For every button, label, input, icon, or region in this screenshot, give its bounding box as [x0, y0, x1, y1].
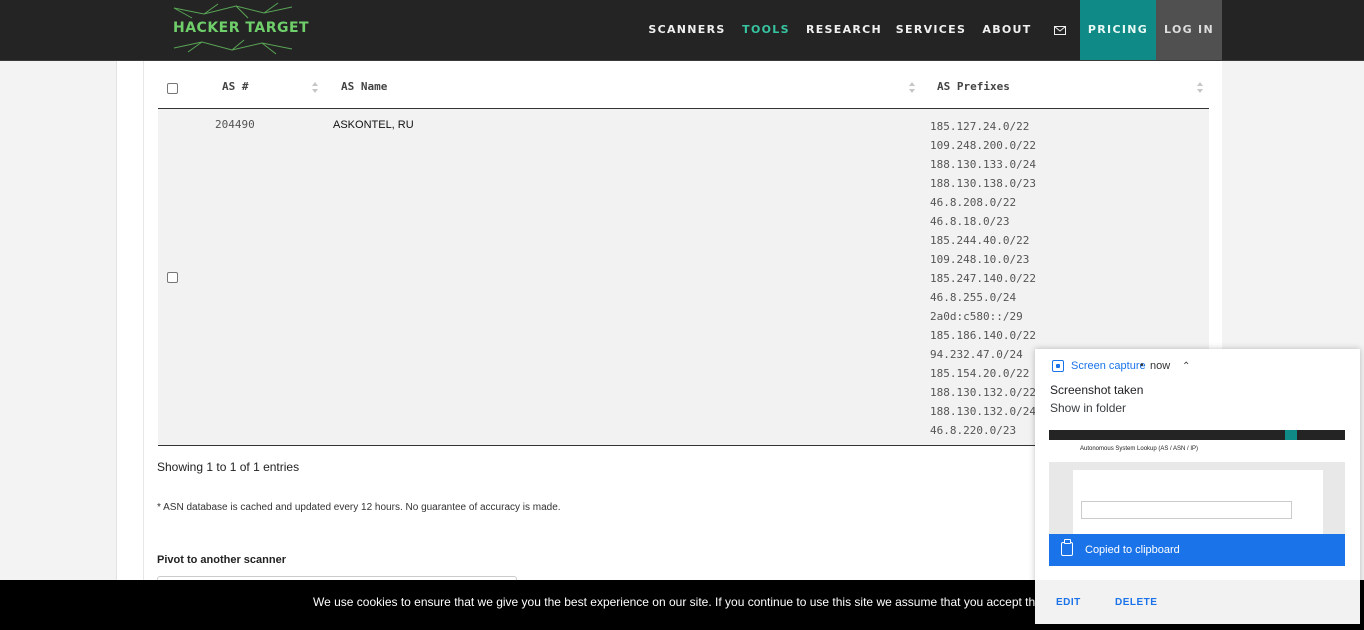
- nav-services[interactable]: SERVICES: [893, 0, 969, 60]
- asn-cache-note: * ASN database is cached and updated eve…: [157, 502, 561, 513]
- notification-actions: EDIT DELETE: [1035, 580, 1360, 624]
- thumbnail-title-bar: Autonomous System Lookup (AS / ASN / IP): [1049, 440, 1345, 462]
- screenshot-thumbnail[interactable]: Autonomous System Lookup (AS / ASN / IP): [1049, 430, 1345, 534]
- prefix-item: 46.8.18.0/23: [930, 215, 1010, 228]
- prefix-item: 46.8.255.0/24: [930, 291, 1017, 304]
- prefix-item: 109.248.10.0/23: [930, 253, 1030, 266]
- cell-as-number: 204490: [215, 118, 255, 131]
- edit-button[interactable]: EDIT: [1056, 597, 1081, 608]
- cell-as-prefixes: 185.127.24.0/22 109.248.200.0/22 188.130…: [930, 117, 1036, 440]
- prefix-item: 109.248.200.0/22: [930, 139, 1036, 152]
- mail-icon: [1054, 25, 1066, 35]
- sort-icon[interactable]: [312, 82, 319, 94]
- col-header-as-prefixes[interactable]: AS Prefixes: [937, 80, 1010, 93]
- select-all-checkbox[interactable]: [167, 83, 178, 94]
- prefix-item: 188.130.138.0/23: [930, 177, 1036, 190]
- prefix-item: 188.130.132.0/24: [930, 405, 1036, 418]
- table-info: Showing 1 to 1 of 1 entries: [157, 460, 300, 474]
- prefix-item: 185.244.40.0/22: [930, 234, 1030, 247]
- row-checkbox[interactable]: [167, 272, 178, 283]
- nav-login[interactable]: LOG IN: [1156, 0, 1222, 60]
- notification-time: now: [1150, 360, 1171, 372]
- logo-text: HACKER TARGET: [173, 20, 310, 36]
- screenshot-notification: Screen capture • now ⌃ Screenshot taken …: [1035, 349, 1360, 624]
- top-navbar: HACKER TARGET SCANNERS TOOLS RESEARCH SE…: [0, 0, 1364, 61]
- cell-as-name: ASKONTEL, RU: [333, 119, 414, 131]
- prefix-item: 188.130.132.0/22: [930, 386, 1036, 399]
- notification-title: Screenshot taken: [1050, 383, 1144, 397]
- nav-tools[interactable]: TOOLS: [737, 0, 795, 60]
- nav-contact[interactable]: [1045, 0, 1075, 60]
- notification-separator: •: [1140, 360, 1144, 371]
- screen-capture-icon: [1052, 360, 1064, 372]
- notification-app-name: Screen capture: [1071, 360, 1146, 372]
- cookie-message: We use cookies to ensure that we give yo…: [313, 595, 1048, 609]
- thumbnail-title: Autonomous System Lookup (AS / ASN / IP): [1080, 446, 1199, 452]
- sort-icon[interactable]: [909, 82, 916, 94]
- prefix-item: 185.154.20.0/22: [930, 367, 1030, 380]
- copied-text: Copied to clipboard: [1085, 544, 1180, 556]
- thumbnail-navbar: [1049, 430, 1345, 440]
- prefix-item: 185.247.140.0/22: [930, 272, 1036, 285]
- prefix-item: 185.186.140.0/22: [930, 329, 1036, 342]
- prefix-item: 2a0d:c580::/29: [930, 310, 1023, 323]
- delete-button[interactable]: DELETE: [1115, 597, 1157, 608]
- nav-pricing[interactable]: PRICING: [1080, 0, 1156, 60]
- chevron-up-icon[interactable]: ⌃: [1182, 361, 1190, 372]
- prefix-item: 46.8.220.0/23: [930, 424, 1017, 437]
- thumbnail-pricing-tab: [1285, 430, 1297, 440]
- copied-to-clipboard-banner: Copied to clipboard: [1049, 534, 1345, 566]
- sort-icon[interactable]: [1197, 82, 1204, 94]
- col-header-as-number[interactable]: AS #: [222, 80, 249, 93]
- nav-research[interactable]: RESEARCH: [803, 0, 885, 60]
- thumbnail-input: [1081, 501, 1292, 519]
- nav-scanners[interactable]: SCANNERS: [645, 0, 729, 60]
- prefix-item: 188.130.133.0/24: [930, 158, 1036, 171]
- nav-about[interactable]: ABOUT: [977, 0, 1037, 60]
- prefix-item: 94.232.47.0/24: [930, 348, 1023, 361]
- col-header-as-name[interactable]: AS Name: [341, 80, 387, 93]
- prefix-item: 185.127.24.0/22: [930, 120, 1030, 133]
- prefix-item: 46.8.208.0/22: [930, 196, 1017, 209]
- show-in-folder-link[interactable]: Show in folder: [1050, 401, 1126, 415]
- site-logo[interactable]: HACKER TARGET: [144, 0, 322, 60]
- pivot-label: Pivot to another scanner: [157, 554, 286, 566]
- clipboard-icon: [1061, 539, 1073, 556]
